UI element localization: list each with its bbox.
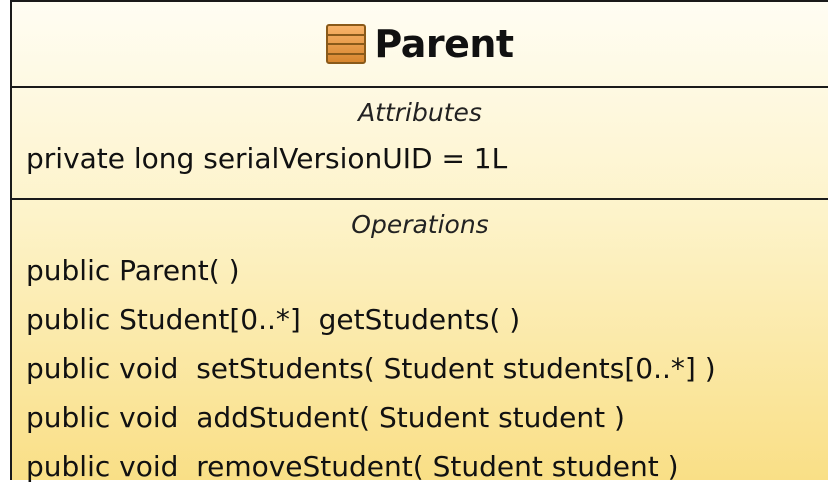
operation-item: public void addStudent( Student student … [26, 401, 625, 434]
uml-class-icon [326, 24, 367, 64]
attribute-item: private long serialVersionUID = 1L [26, 142, 508, 175]
operations-title: Operations [351, 210, 489, 239]
operation-item: public Parent( ) [26, 254, 240, 287]
operation-item: public void removeStudent( Student stude… [26, 450, 679, 483]
operation-item: public Student[0..*] getStudents( ) [26, 303, 521, 336]
class-name-compartment: Parent [12, 2, 828, 88]
attributes-title: Attributes [358, 98, 482, 127]
operation-item: public void setStudents( Student student… [26, 352, 716, 385]
attributes-compartment: Attributes private long serialVersionUID… [12, 88, 828, 200]
operations-compartment: Operations public Parent( ) public Stude… [12, 200, 828, 491]
class-name: Parent [374, 22, 514, 66]
uml-class-box[interactable]: Parent Attributes private long serialVer… [10, 0, 828, 483]
